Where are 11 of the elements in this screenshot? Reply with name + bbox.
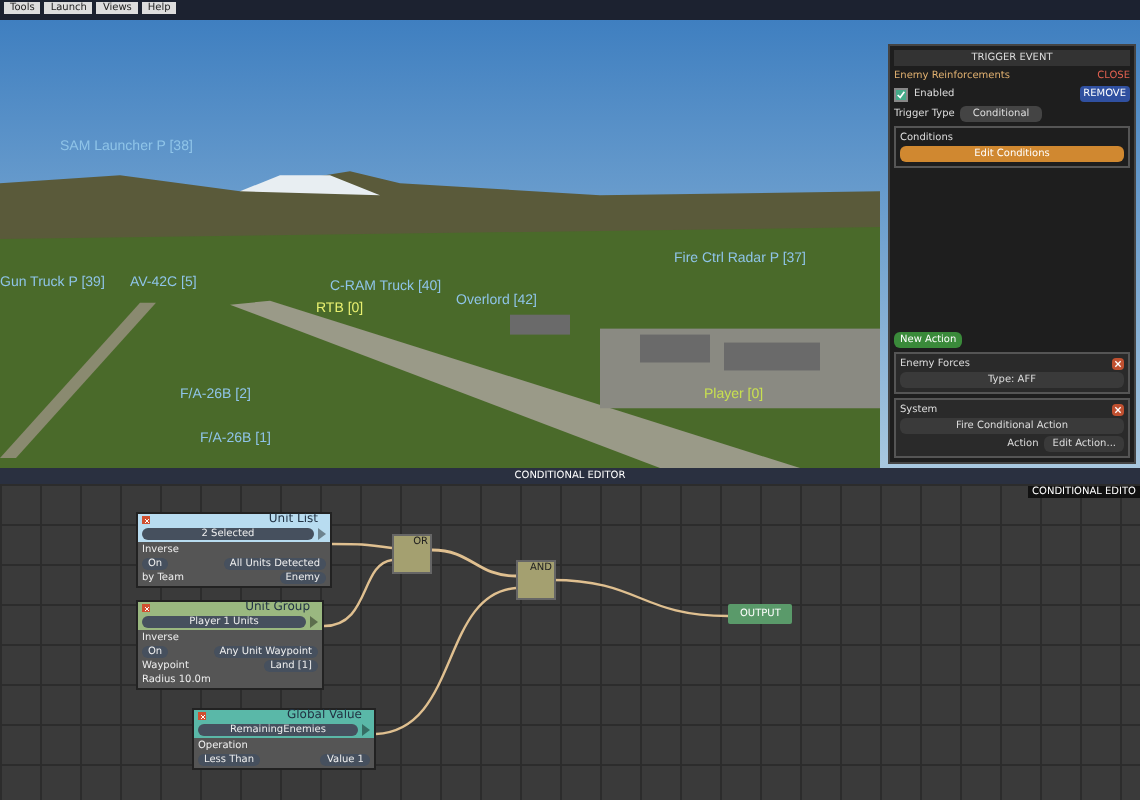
wire (431, 548, 517, 578)
delete-icon[interactable] (1112, 404, 1124, 416)
close-icon[interactable] (142, 516, 150, 524)
output-port-icon[interactable] (362, 724, 370, 736)
output-port-icon[interactable] (310, 616, 318, 628)
close-icon[interactable] (198, 712, 206, 720)
close-icon[interactable] (142, 604, 150, 612)
delete-icon[interactable] (1112, 358, 1124, 370)
output-port-icon[interactable] (318, 528, 326, 540)
wire (332, 542, 393, 550)
enabled-checkbox[interactable] (894, 87, 908, 101)
